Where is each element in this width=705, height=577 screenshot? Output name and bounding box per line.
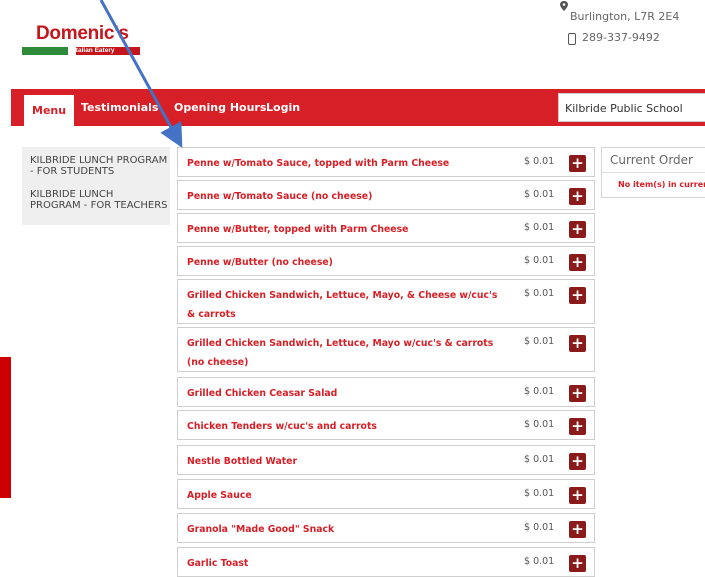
- plus-icon[interactable]: +: [569, 521, 586, 538]
- plus-icon[interactable]: +: [569, 155, 586, 172]
- plus-icon[interactable]: +: [569, 221, 586, 238]
- plus-icon[interactable]: +: [569, 487, 586, 504]
- menu-item: Grilled Chicken Sandwich, Lettuce, Mayo …: [177, 327, 595, 372]
- plus-icon[interactable]: +: [569, 335, 586, 352]
- menu-item-price: $ 0.01: [524, 189, 555, 200]
- current-order-title: Current Order: [602, 148, 705, 173]
- logo-tagline: Italian Eatery: [74, 47, 115, 54]
- menu-item-name[interactable]: Chicken Tenders w/cuc's and carrots: [187, 417, 507, 436]
- menu-item-name[interactable]: Apple Sauce: [187, 486, 507, 505]
- logo-wordmark: Domenic's: [36, 23, 129, 44]
- nav-menu[interactable]: Menu: [24, 95, 75, 126]
- menu-item-price: $ 0.01: [524, 419, 555, 430]
- menu-item: Granola "Made Good" Snack $ 0.01 +: [177, 513, 595, 543]
- sidebar-item-label: KILBRIDE LUNCH: [30, 189, 114, 200]
- menu-item: Nestle Bottled Water $ 0.01 +: [177, 445, 595, 475]
- menu-item-price: $ 0.01: [524, 255, 555, 266]
- sidebar-item-students[interactable]: KILBRIDE LUNCH PROGRAM - FOR STUDENTS: [30, 155, 172, 177]
- mobile-phone-icon: [568, 33, 576, 45]
- nav-login[interactable]: Login: [266, 89, 300, 126]
- address-text: Burlington, L7R 2E4: [570, 10, 680, 23]
- current-order-panel: Current Order No item(s) in curren: [601, 147, 705, 198]
- menu-item: Garlic Toast $ 0.01 +: [177, 547, 595, 577]
- menu-item-name[interactable]: Penne w/Butter (no cheese): [187, 253, 507, 272]
- menu-item-price: $ 0.01: [524, 454, 555, 465]
- menu-item: Penne w/Tomato Sauce (no cheese) $ 0.01 …: [177, 180, 595, 210]
- menu-item: Penne w/Tomato Sauce, topped with Parm C…: [177, 147, 595, 177]
- plus-icon[interactable]: +: [569, 188, 586, 205]
- menu-item-name[interactable]: Nestle Bottled Water: [187, 452, 507, 471]
- nav-opening-hours[interactable]: Opening Hours: [174, 89, 266, 126]
- menu-item-price: $ 0.01: [524, 156, 555, 167]
- menu-item-price: $ 0.01: [524, 488, 555, 499]
- sidebar-item-label: KILBRIDE LUNCH PROGRAM: [30, 155, 168, 166]
- menu-item-name[interactable]: Grilled Chicken Ceasar Salad: [187, 384, 507, 403]
- menu-item-name[interactable]: Grilled Chicken Sandwich, Lettuce, Mayo,…: [187, 286, 507, 324]
- menu-item-name[interactable]: Garlic Toast: [187, 554, 507, 573]
- menu-item-price: $ 0.01: [524, 522, 555, 533]
- menu-item-name[interactable]: Grilled Chicken Sandwich, Lettuce, Mayo …: [187, 334, 507, 372]
- menu-item-price: $ 0.01: [524, 288, 555, 299]
- menu-item-name[interactable]: Penne w/Tomato Sauce, topped with Parm C…: [187, 154, 507, 173]
- menu-item: Grilled Chicken Ceasar Salad $ 0.01 +: [177, 377, 595, 407]
- menu-item-price: $ 0.01: [524, 336, 555, 347]
- menu-item-price: $ 0.01: [524, 222, 555, 233]
- plus-icon[interactable]: +: [569, 418, 586, 435]
- plus-icon[interactable]: +: [569, 555, 586, 572]
- menu-item-name[interactable]: Penne w/Butter, topped with Parm Cheese: [187, 220, 507, 239]
- brand-logo[interactable]: Domenic's Italian Eatery: [22, 22, 147, 56]
- school-select[interactable]: Kilbride Public School: [558, 93, 705, 122]
- menu-item: Penne w/Butter, topped with Parm Cheese …: [177, 213, 595, 243]
- plus-icon[interactable]: +: [569, 287, 586, 304]
- menu-item-price: $ 0.01: [524, 556, 555, 567]
- menu-item-price: $ 0.01: [524, 386, 555, 397]
- program-sidebar: KILBRIDE LUNCH PROGRAM - FOR STUDENTS KI…: [22, 147, 170, 225]
- left-edge-stripe: [0, 357, 11, 498]
- menu-item: Grilled Chicken Sandwich, Lettuce, Mayo,…: [177, 279, 595, 324]
- plus-icon[interactable]: +: [569, 453, 586, 470]
- plus-icon[interactable]: +: [569, 385, 586, 402]
- menu-item-name[interactable]: Penne w/Tomato Sauce (no cheese): [187, 187, 507, 206]
- sidebar-item-label: PROGRAM - FOR TEACHERS: [30, 200, 168, 211]
- sidebar-item-teachers[interactable]: KILBRIDE LUNCH PROGRAM - FOR TEACHERS: [30, 189, 172, 211]
- menu-item: Apple Sauce $ 0.01 +: [177, 479, 595, 509]
- plus-icon[interactable]: +: [569, 254, 586, 271]
- sidebar-item-label: - FOR STUDENTS: [30, 166, 115, 177]
- menu-item-name[interactable]: Granola "Made Good" Snack: [187, 520, 507, 539]
- phone-number[interactable]: 289-337-9492: [582, 31, 660, 44]
- menu-item: Penne w/Butter (no cheese) $ 0.01 +: [177, 246, 595, 276]
- order-empty-message: No item(s) in curren: [618, 180, 705, 189]
- menu-item: Chicken Tenders w/cuc's and carrots $ 0.…: [177, 410, 595, 440]
- nav-testimonials[interactable]: Testimonials: [81, 89, 158, 126]
